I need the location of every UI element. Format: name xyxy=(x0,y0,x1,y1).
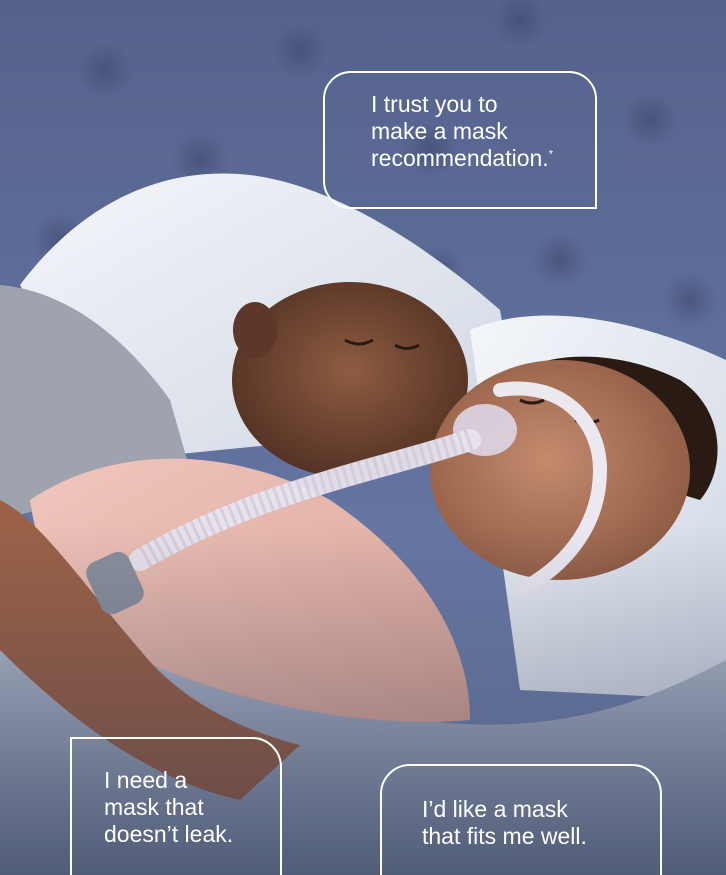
speech-bubble-trust-text: I trust you to make a mask recommendatio… xyxy=(371,91,553,172)
speech-bubble-good-fit: I’d like a mask that fits me well. xyxy=(380,764,662,875)
speech-bubble-trust: I trust you to make a mask recommendatio… xyxy=(323,71,597,209)
footnote-mark: * xyxy=(548,148,553,161)
hero-photo-scene: I trust you to make a mask recommendatio… xyxy=(0,0,726,875)
speech-bubble-good-fit-text: I’d like a mask that fits me well. xyxy=(422,796,587,850)
speech-bubble-no-leak: I need a mask that doesn’t leak. xyxy=(70,737,282,875)
speech-bubble-no-leak-text: I need a mask that doesn’t leak. xyxy=(104,767,234,848)
speech-bubble-tail-icon xyxy=(567,191,597,219)
